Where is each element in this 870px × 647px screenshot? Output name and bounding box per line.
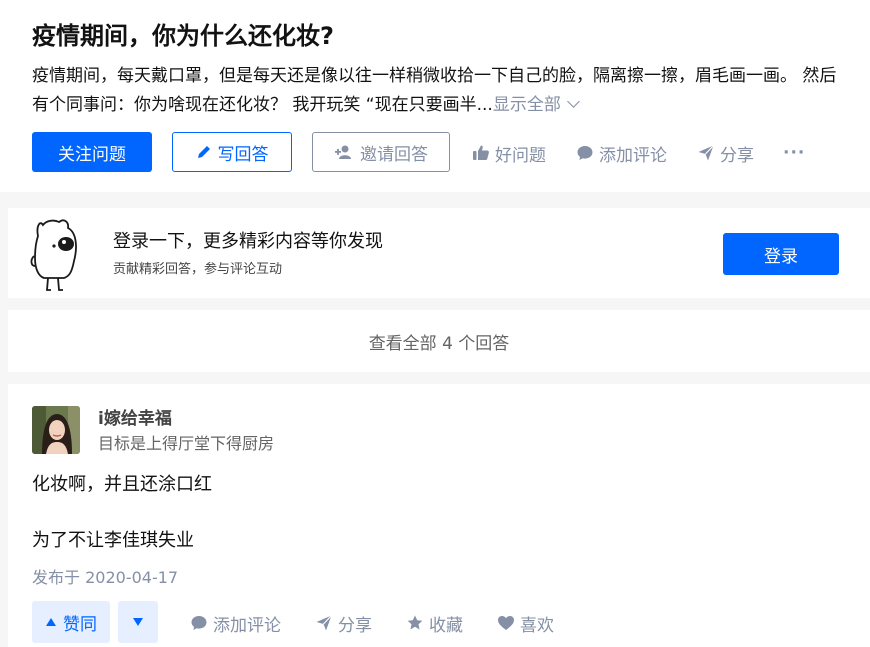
- invite-answer-button[interactable]: 邀请回答: [312, 132, 450, 172]
- author-name[interactable]: i嫁给幸福: [98, 404, 172, 429]
- answer-card: i嫁给幸福 目标是上得厅堂下得厨房 化妆啊，并且还涂口红 为了不让李佳琪失业 发…: [8, 384, 870, 647]
- login-subtitle: 贡献精彩回答，参与评论互动: [113, 262, 283, 277]
- star-icon: [407, 615, 423, 630]
- paper-plane-icon: [698, 145, 714, 161]
- avatar-image: [32, 406, 80, 454]
- login-button[interactable]: 登录: [723, 233, 839, 275]
- answer-date: 发布于 2020-04-17: [32, 568, 179, 587]
- triangle-down-icon: [133, 618, 143, 626]
- show-all-label: 显示全部: [492, 95, 561, 115]
- vote-up-button[interactable]: 赞同: [32, 601, 110, 643]
- answer-comment-button[interactable]: 添加评论: [190, 611, 281, 636]
- follow-question-label: 关注问题: [58, 144, 126, 165]
- login-title: 登录一下，更多精彩内容等你发现: [113, 231, 383, 252]
- show-all-link[interactable]: 显示全部: [492, 95, 580, 115]
- question-detail: 疫情期间，每天戴口罩，但是每天还是像以往一样稍微收拾一下自己的脸，隔离擦一擦，眉…: [32, 62, 844, 120]
- thumbs-up-icon: [473, 145, 489, 160]
- add-comment-button[interactable]: 添加评论: [576, 141, 667, 166]
- write-answer-button[interactable]: 写回答: [172, 132, 292, 172]
- paper-plane-icon: [316, 615, 332, 631]
- comment-icon: [191, 616, 207, 630]
- write-answer-label: 写回答: [217, 144, 269, 165]
- mascot-illustration: [30, 219, 77, 291]
- author-bio: 目标是上得厅堂下得厨房: [98, 434, 275, 453]
- login-banner: 登录一下，更多精彩内容等你发现 贡献精彩回答，参与评论互动 登录: [8, 208, 870, 298]
- avatar[interactable]: [32, 406, 80, 454]
- answer-paragraph: 为了不让李佳琪失业: [32, 530, 194, 551]
- answer-comment-label: 添加评论: [213, 615, 281, 636]
- invite-answer-label: 邀请回答: [360, 144, 428, 165]
- more-icon: ···: [783, 143, 806, 163]
- answer-share-button[interactable]: 分享: [315, 611, 372, 636]
- view-all-answers-link[interactable]: 查看全部 4 个回答: [8, 310, 870, 372]
- view-all-answers-label: 查看全部 4 个回答: [368, 333, 510, 354]
- share-label: 分享: [720, 145, 754, 166]
- good-question-label: 好问题: [495, 145, 546, 166]
- follow-question-button[interactable]: 关注问题: [32, 132, 152, 172]
- answer-favorite-button[interactable]: 收藏: [406, 611, 463, 636]
- login-button-label: 登录: [764, 246, 798, 267]
- more-button[interactable]: ···: [783, 141, 805, 165]
- heart-icon: [498, 616, 514, 630]
- add-user-icon: [335, 145, 351, 159]
- vote-down-button[interactable]: [118, 601, 158, 643]
- good-question-button[interactable]: 好问题: [472, 141, 546, 166]
- question-header: 疫情期间，你为什么还化妆? 疫情期间，每天戴口罩，但是每天还是像以往一样稍微收拾…: [0, 0, 870, 192]
- answer-like-label: 喜欢: [520, 615, 554, 636]
- vote-up-label: 赞同: [63, 614, 97, 635]
- answer-favorite-label: 收藏: [429, 615, 463, 636]
- question-detail-text: 疫情期间，每天戴口罩，但是每天还是像以往一样稍微收拾一下自己的脸，隔离擦一擦，眉…: [32, 66, 837, 115]
- question-title: 疫情期间，你为什么还化妆?: [32, 22, 334, 50]
- answer-like-button[interactable]: 喜欢: [497, 611, 554, 636]
- comment-icon: [577, 146, 593, 160]
- pencil-icon: [197, 146, 210, 158]
- answer-share-label: 分享: [338, 615, 372, 636]
- chevron-down-icon: [566, 95, 580, 108]
- triangle-up-icon: [46, 618, 56, 626]
- add-comment-label: 添加评论: [599, 145, 667, 166]
- answer-paragraph: 化妆啊，并且还涂口红: [32, 474, 212, 495]
- share-button[interactable]: 分享: [697, 141, 754, 166]
